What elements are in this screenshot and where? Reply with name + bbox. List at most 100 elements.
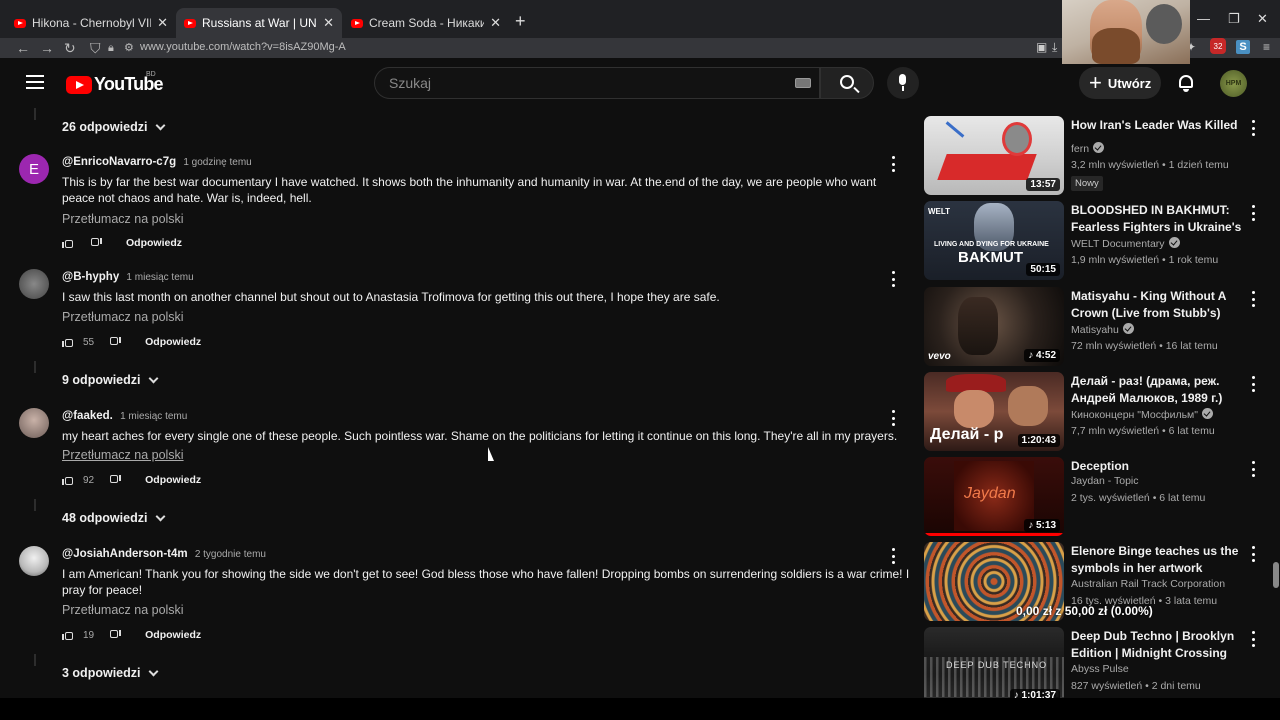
voice-search-mic-icon[interactable] <box>887 67 919 99</box>
video-title[interactable]: Делай - раз! (драма, реж. Андрей Малюков… <box>1071 373 1243 407</box>
search-input[interactable] <box>389 75 769 91</box>
channel-name[interactable]: Australian Rail Track Corporation <box>1071 578 1225 590</box>
comment-author[interactable]: @faaked. <box>62 410 113 422</box>
video-more-icon[interactable] <box>1250 291 1256 307</box>
browser-tab[interactable]: Hikona - Chernobyl VIP - YouTube ✕ <box>6 8 176 38</box>
forward-icon[interactable]: → <box>40 38 54 58</box>
page-scrollbar[interactable] <box>1273 562 1279 588</box>
reply-button[interactable]: Odpowiedz <box>126 237 182 249</box>
comment-more-icon[interactable] <box>890 271 896 287</box>
video-more-icon[interactable] <box>1250 376 1256 392</box>
comment-time[interactable]: 1 miesiąc temu <box>120 411 187 422</box>
search-button[interactable] <box>820 67 874 99</box>
related-video[interactable]: DEEP DUB TECHNO ♪ 1:01:37 Deep Dub Techn… <box>924 627 1264 698</box>
video-title[interactable]: Deception <box>1071 458 1243 475</box>
back-icon[interactable]: ← <box>16 38 30 58</box>
video-channel[interactable]: WELT Documentary <box>1071 237 1180 250</box>
video-thumbnail[interactable]: WELT LIVING AND DYING FOR UKRAINE BAKMUT… <box>924 201 1064 280</box>
reply-button[interactable]: Odpowiedz <box>145 474 201 486</box>
video-more-icon[interactable] <box>1250 120 1256 136</box>
like-icon[interactable] <box>62 237 75 249</box>
like-icon[interactable] <box>62 629 75 641</box>
related-video[interactable]: 13:57 How Iran's Leader Was Killed fern … <box>924 116 1264 196</box>
browser-tab-active[interactable]: Russians at War | UNCENSORED ✕ <box>176 8 342 38</box>
picture-in-picture-icon[interactable]: ▣ <box>1036 40 1047 54</box>
channel-name[interactable]: Киноконцерн "Мосфильм" <box>1071 409 1198 421</box>
replies-toggle[interactable]: 48 odpowiedzi <box>62 511 166 525</box>
lock-icon[interactable]: 🔒︎ <box>108 38 114 58</box>
video-more-icon[interactable] <box>1250 205 1256 221</box>
translate-link[interactable]: Przetłumacz na polski <box>62 310 184 324</box>
related-video[interactable]: Jaydan ♪ 5:13 Deception Jaydan - Topic 2… <box>924 457 1264 537</box>
video-title[interactable]: Matisyahu - King Without A Crown (Live f… <box>1071 288 1243 322</box>
channel-name[interactable]: fern <box>1071 143 1089 155</box>
window-close-icon[interactable]: ✕ <box>1257 11 1268 27</box>
notifications-bell-icon[interactable] <box>1178 75 1194 92</box>
related-video[interactable]: Делай - р 1:20:43 Делай - раз! (драма, р… <box>924 372 1264 452</box>
comment-more-icon[interactable] <box>890 548 896 564</box>
dislike-icon[interactable] <box>108 474 121 486</box>
reload-icon[interactable]: ↻ <box>64 38 76 58</box>
browser-menu-icon[interactable]: ≡ <box>1263 40 1270 54</box>
video-channel[interactable]: Australian Rail Track Corporation <box>1071 578 1225 590</box>
channel-name[interactable]: WELT Documentary <box>1071 238 1165 250</box>
replies-toggle[interactable]: 3 odpowiedzi <box>62 666 159 680</box>
replies-toggle[interactable]: 9 odpowiedzi <box>62 373 159 387</box>
close-tab-icon[interactable]: ✕ <box>490 15 501 31</box>
related-video[interactable]: vevo ♪ 4:52 Matisyahu - King Without A C… <box>924 287 1264 367</box>
keyboard-icon[interactable] <box>795 78 811 88</box>
close-tab-icon[interactable]: ✕ <box>323 15 334 31</box>
video-title[interactable]: How Iran's Leader Was Killed <box>1071 117 1243 134</box>
comment-time[interactable]: 2 tygodnie temu <box>195 549 266 560</box>
shield-icon[interactable]: ⛉ <box>90 38 101 58</box>
video-channel[interactable]: Abyss Pulse <box>1071 663 1129 675</box>
comment-more-icon[interactable] <box>890 156 896 172</box>
account-avatar[interactable]: HPM <box>1220 70 1247 97</box>
reply-button[interactable]: Odpowiedz <box>145 336 201 348</box>
dislike-icon[interactable] <box>89 237 102 249</box>
commenter-avatar[interactable] <box>19 269 49 299</box>
close-tab-icon[interactable]: ✕ <box>157 15 168 31</box>
video-thumbnail[interactable]: Jaydan ♪ 5:13 <box>924 457 1064 536</box>
comment-author[interactable]: @JosiahAnderson-t4m <box>62 548 188 560</box>
comment-more-icon[interactable] <box>890 410 896 426</box>
video-channel[interactable]: Matisyahu <box>1071 323 1134 336</box>
minimize-icon[interactable]: — <box>1197 11 1210 26</box>
site-settings-icon[interactable]: ⚙ <box>124 38 134 58</box>
video-channel[interactable]: Киноконцерн "Мосфильм" <box>1071 408 1213 421</box>
browser-tab[interactable]: Cream Soda - Никаких бол ✕ <box>343 8 509 38</box>
dislike-icon[interactable] <box>108 629 121 641</box>
video-channel[interactable]: fern <box>1071 142 1105 155</box>
video-thumbnail[interactable]: DEEP DUB TECHNO ♪ 1:01:37 <box>924 627 1064 698</box>
video-title[interactable]: BLOODSHED IN BAKHMUT: Fearless Fighters … <box>1071 202 1243 236</box>
comment-author[interactable]: @B-hyphy <box>62 271 119 283</box>
url-field[interactable]: www.youtube.com/watch?v=8isAZ90Mg-A <box>140 41 346 53</box>
commenter-avatar[interactable] <box>19 546 49 576</box>
new-tab-icon[interactable]: + <box>515 11 526 32</box>
comment-time[interactable]: 1 godzinę temu <box>183 157 251 168</box>
download-icon[interactable]: ⤓ <box>1052 40 1057 55</box>
video-more-icon[interactable] <box>1250 461 1256 477</box>
replies-toggle[interactable]: 26 odpowiedzi <box>62 120 166 134</box>
maximize-icon[interactable]: ❐ <box>1228 11 1240 27</box>
like-icon[interactable] <box>62 474 75 486</box>
channel-name[interactable]: Abyss Pulse <box>1071 663 1129 675</box>
comment-author[interactable]: @EnricoNavarro-c7g <box>62 156 176 168</box>
comment-time[interactable]: 1 miesiąc temu <box>126 272 193 283</box>
channel-name[interactable]: Jaydan - Topic <box>1071 475 1139 487</box>
translate-link[interactable]: Przetłumacz na polski <box>62 603 184 617</box>
video-thumbnail[interactable]: 13:57 <box>924 116 1064 195</box>
video-title[interactable]: Elenore Binge teaches us the symbols in … <box>1071 543 1243 577</box>
video-title[interactable]: Deep Dub Techno | Brooklyn Edition | Mid… <box>1071 628 1243 662</box>
video-more-icon[interactable] <box>1250 631 1256 647</box>
hamburger-menu-icon[interactable] <box>26 75 44 89</box>
ublock-badge[interactable]: 32 <box>1210 38 1226 54</box>
commenter-avatar[interactable] <box>19 408 49 438</box>
channel-name[interactable]: Matisyahu <box>1071 324 1119 336</box>
video-thumbnail[interactable]: vevo ♪ 4:52 <box>924 287 1064 366</box>
translate-link[interactable]: Przetłumacz na polski <box>62 448 184 462</box>
related-video[interactable]: WELT LIVING AND DYING FOR UKRAINE BAKMUT… <box>924 201 1264 281</box>
commenter-avatar[interactable]: E <box>19 154 49 184</box>
create-button[interactable]: + Utwórz <box>1079 67 1161 99</box>
video-channel[interactable]: Jaydan - Topic <box>1071 475 1139 487</box>
